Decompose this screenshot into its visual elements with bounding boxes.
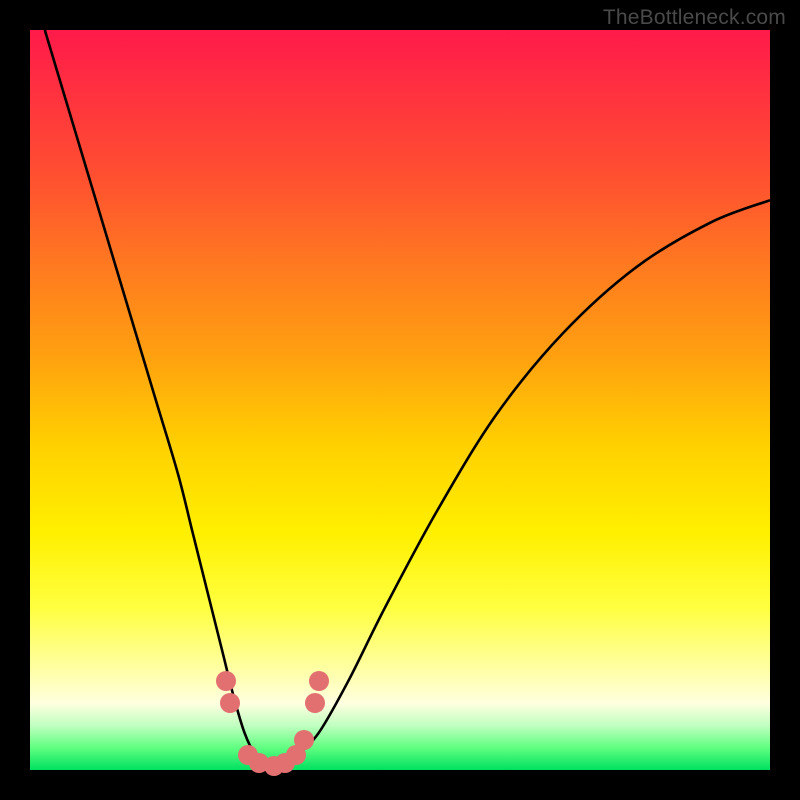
- data-marker: [216, 671, 236, 691]
- data-marker: [309, 671, 329, 691]
- curve-layer: [30, 30, 770, 770]
- data-marker: [220, 693, 240, 713]
- watermark-text: TheBottleneck.com: [603, 6, 786, 30]
- data-marker: [305, 693, 325, 713]
- bottleneck-curve: [45, 30, 770, 764]
- plot-area: [30, 30, 770, 770]
- data-marker: [294, 730, 314, 750]
